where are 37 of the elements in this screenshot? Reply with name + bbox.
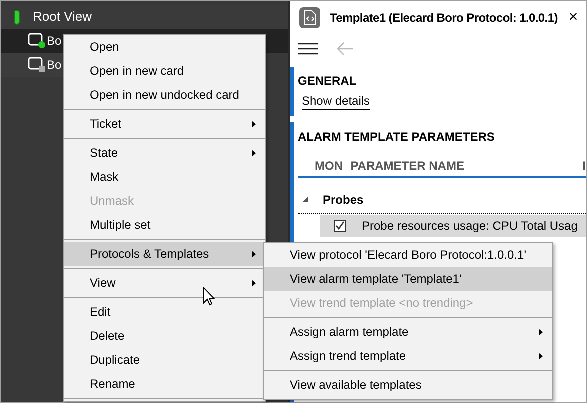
section-heading: ALARM TEMPLATE PARAMETERS	[298, 129, 496, 146]
menu-item[interactable]: Assign trend template	[264, 344, 552, 368]
parameter-name: Probe resources usage: CPU Total Usag	[362, 218, 578, 235]
menu-item[interactable]: Protocols & Templates	[64, 242, 265, 266]
close-button[interactable]: ×	[568, 10, 578, 26]
mouse-pointer-icon	[203, 287, 215, 306]
menu-item[interactable]: Assign alarm template	[264, 320, 552, 344]
menu-item[interactable]: Edit	[64, 300, 265, 324]
checkbox[interactable]	[334, 220, 346, 232]
menu-item[interactable]: View	[64, 271, 265, 295]
column-header[interactable]: MON	[315, 157, 351, 175]
tree-root-label: Root View	[33, 8, 92, 26]
menu-item[interactable]: View available templates	[264, 373, 552, 397]
menu-item[interactable]: State	[64, 141, 265, 165]
column-header[interactable]: PARAMETER NAME	[350, 157, 583, 175]
show-details-link[interactable]: Show details	[302, 94, 370, 110]
menu-item[interactable]: Open	[64, 35, 265, 59]
back-arrow-icon	[336, 42, 354, 56]
card-title: Template1 (Elecard Boro Protocol: 1.0.0.1)	[330, 10, 558, 26]
column-header[interactable]: I	[582, 157, 586, 175]
section-heading: GENERAL	[298, 73, 358, 90]
menu-item[interactable]: Rename	[64, 372, 265, 396]
menu-item[interactable]: Duplicate	[64, 348, 265, 372]
menu-item[interactable]: Open in new card	[64, 59, 265, 83]
menu-item[interactable]: Ticket	[64, 112, 265, 136]
check-icon	[335, 221, 345, 231]
document-icon	[299, 6, 321, 28]
menu-item[interactable]: View alarm template 'Template1'	[264, 267, 552, 291]
tree-item[interactable]: Bo	[1, 53, 63, 77]
menu-item[interactable]: Multiple set	[64, 213, 265, 237]
menu-item[interactable]: View protocol 'Elecard Boro Protocol:1.0.0.1'	[264, 243, 552, 267]
group-label: Probes	[323, 192, 364, 208]
menu-item[interactable]: Open in new undocked card	[64, 83, 265, 107]
menu-icon	[298, 43, 318, 55]
table-row[interactable]: Probe resources usage: CPU Total Usag	[320, 215, 586, 237]
menu-item[interactable]: Mask	[64, 165, 265, 189]
menu-item[interactable]: Delete	[64, 324, 265, 348]
